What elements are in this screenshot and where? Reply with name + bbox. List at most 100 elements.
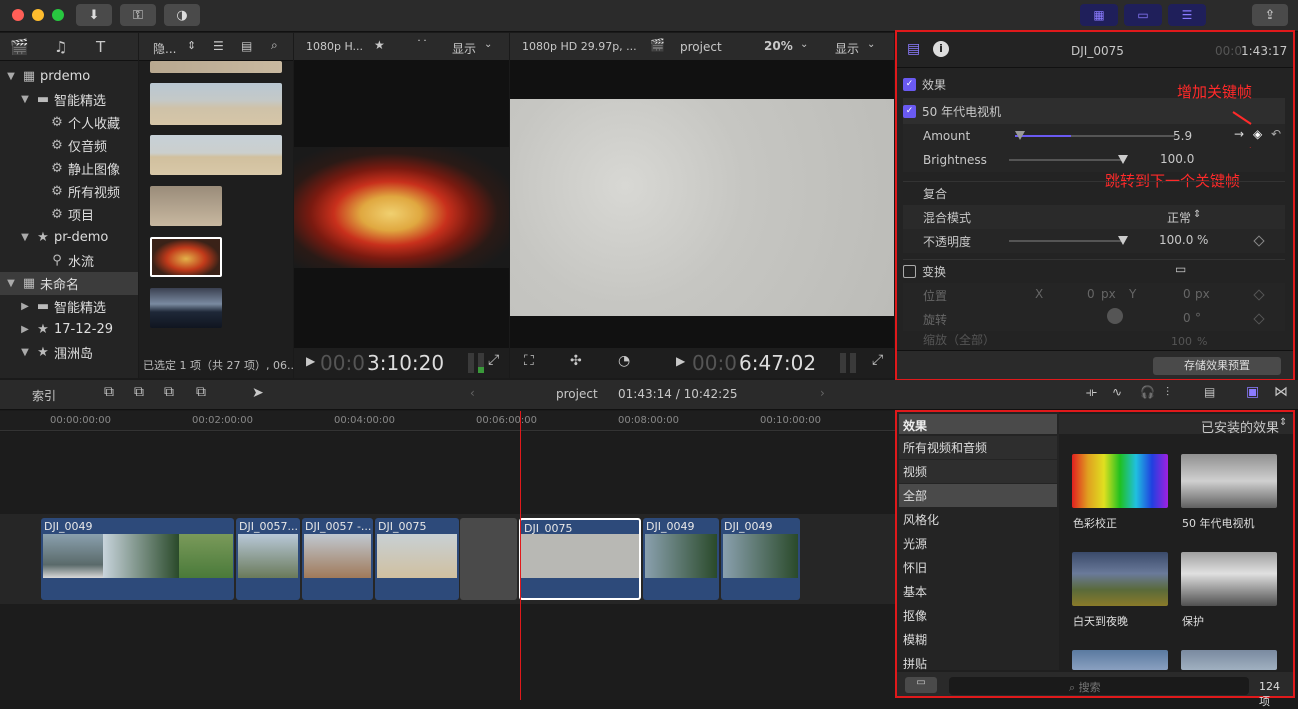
amount-value[interactable]: 5.9 [1173, 129, 1192, 143]
library-item[interactable]: ⚙ 所有视频 [0, 180, 138, 203]
pos-x-value[interactable]: 0 [1087, 287, 1095, 301]
close-window-button[interactable] [12, 9, 24, 21]
timeline-clip-selected[interactable]: DJI_0075 [519, 518, 641, 600]
filmstrip-icon[interactable]: ▤ [241, 39, 252, 53]
maximize-window-button[interactable] [52, 9, 64, 21]
effect-thumbnail[interactable] [1181, 650, 1277, 670]
headphones-icon[interactable]: 🎧 [1140, 385, 1155, 399]
timeline-clip[interactable]: DJI_0049 [41, 518, 234, 600]
timeline-clip[interactable]: DJI_0049 [643, 518, 719, 600]
transitions-browser-icon[interactable]: ⋈ [1274, 384, 1288, 400]
info-icon[interactable]: i [933, 41, 949, 57]
play-icon[interactable]: ▶ [676, 354, 685, 368]
transform-section[interactable]: 变换 [903, 259, 1285, 283]
save-effects-preset-button[interactable]: 存储效果预置 [1153, 357, 1281, 375]
clip-thumbnail[interactable] [150, 135, 282, 175]
transform-icon[interactable]: ✣ [570, 353, 582, 369]
library-item[interactable]: ▼ ▦ 未命名 [0, 272, 138, 295]
index-button[interactable]: 索引 [32, 387, 56, 404]
amount-slider-knob[interactable] [1015, 131, 1025, 140]
blend-mode-menu[interactable]: 正常 [1167, 209, 1191, 226]
effects-browser-icon[interactable]: ▣ [1246, 384, 1259, 400]
forward-icon[interactable]: › [820, 386, 825, 400]
display-menu[interactable]: 显示 [452, 40, 476, 57]
connect-icon[interactable]: ⧉ [104, 384, 114, 400]
inspector-toggle-button[interactable]: ☰ [1168, 4, 1206, 26]
more-icon[interactable]: ˙˙ [416, 38, 428, 52]
disclosure-icon[interactable]: ▼ [18, 347, 32, 358]
effect-thumbnail-50s-tv[interactable] [1181, 454, 1277, 508]
brightness-slider-knob[interactable] [1118, 155, 1128, 164]
brightness-slider[interactable] [1009, 159, 1125, 161]
video-inspector-icon[interactable]: ▤ [907, 41, 920, 57]
opacity-slider[interactable] [1009, 240, 1125, 242]
play-icon[interactable]: ▶ [306, 354, 315, 368]
background-tasks-button[interactable]: ◑ [164, 4, 200, 26]
library-item[interactable]: ⚙ 仅音频 [0, 134, 138, 157]
effects-category[interactable]: 抠像 [899, 604, 1057, 627]
audio-skimming-icon[interactable]: ∿ [1112, 385, 1122, 399]
disclosure-icon[interactable]: ▶ [18, 324, 32, 335]
effects-category[interactable]: 模糊 [899, 628, 1057, 651]
library-item[interactable]: ▼ ▬ 智能精选 [0, 88, 138, 111]
timeline-clip[interactable]: DJI_0057 -... [302, 518, 373, 600]
timeline-ruler[interactable]: 00:00:00:00 00:02:00:00 00:04:00:00 00:0… [0, 411, 895, 431]
crop-icon[interactable]: ⛶ [524, 353, 534, 369]
star-icon[interactable]: ★ [374, 38, 385, 52]
overwrite-icon[interactable]: ⧉ [196, 384, 206, 400]
library-item[interactable]: ▶ ▬ 智能精选 [0, 295, 138, 318]
opacity-value[interactable]: 100.0 [1159, 233, 1193, 247]
keywords-button[interactable]: ⚿ [120, 4, 156, 26]
library-item[interactable]: ▼ ★ 涠洲岛 [0, 341, 138, 364]
effects-category[interactable]: 基本 [899, 580, 1057, 603]
disclosure-icon[interactable]: ▼ [18, 232, 32, 243]
search-icon[interactable]: ⌕ [271, 38, 278, 53]
import-button[interactable]: ⬇ [76, 4, 112, 26]
brightness-value[interactable]: 100.0 [1160, 152, 1194, 166]
library-item[interactable]: ⚲ 水流 [0, 249, 138, 272]
library-item[interactable]: ⚙ 项目 [0, 203, 138, 226]
insert-icon[interactable]: ⧉ [134, 384, 144, 400]
disclosure-icon[interactable]: ▼ [4, 71, 18, 82]
fullscreen-icon[interactable]: ⤢ [872, 352, 883, 368]
clip-thumbnail[interactable] [150, 61, 282, 73]
library-item[interactable]: ⚙ 个人收藏 [0, 111, 138, 134]
zoom-menu[interactable]: 20% [764, 39, 793, 53]
snapping-icon[interactable]: ⫶ [1166, 385, 1169, 400]
disclosure-icon[interactable]: ▶ [18, 301, 32, 312]
rotation-value[interactable]: 0 [1183, 311, 1191, 325]
sidebar-toggle-button[interactable]: ▭ [905, 677, 937, 693]
timeline-clip[interactable]: DJI_0075 [375, 518, 459, 600]
effect-thumbnail[interactable] [1072, 650, 1168, 670]
display-menu[interactable]: 显示 [835, 40, 859, 57]
disclosure-icon[interactable]: ▼ [4, 278, 18, 289]
effect-thumbnail-color-correction[interactable] [1072, 454, 1168, 508]
browser-toggle-button[interactable]: ▦ [1080, 4, 1118, 26]
clip-thumbnail[interactable] [150, 288, 222, 328]
rotation-dial-icon[interactable] [1107, 308, 1123, 324]
updown-icon[interactable]: ⇕ [187, 39, 196, 52]
title-icon[interactable]: T [96, 38, 105, 56]
pos-y-value[interactable]: 0 [1183, 287, 1191, 301]
checkbox-icon[interactable] [903, 265, 916, 278]
library-item[interactable]: ⚙ 静止图像 [0, 157, 138, 180]
timeline-clip[interactable]: DJI_0057... [236, 518, 300, 600]
clip-thumbnail-selected[interactable] [150, 237, 222, 277]
transform-overlay-icon[interactable]: ▭ [1175, 262, 1186, 276]
scale-value[interactable]: 100 [1171, 335, 1192, 345]
library-item[interactable]: ▼ ▦ prdemo [0, 65, 138, 88]
skimming-icon[interactable]: ⟛ [1086, 385, 1097, 400]
append-icon[interactable]: ⧉ [164, 384, 174, 400]
clapboard-icon[interactable]: 🎬 [10, 38, 29, 56]
back-icon[interactable]: ‹ [470, 386, 475, 400]
playhead[interactable] [520, 411, 521, 700]
effects-category[interactable]: 怀旧 [899, 556, 1057, 579]
effects-category[interactable]: 全部 [899, 484, 1057, 507]
effects-category[interactable]: 视频 [899, 460, 1057, 483]
effects-category[interactable]: 所有视频和音频 [899, 436, 1057, 459]
clip-thumbnail[interactable] [150, 186, 222, 226]
effect-thumbnail-day-into-night[interactable] [1072, 552, 1168, 606]
effects-search-field[interactable]: ⌕ 搜索 [949, 677, 1249, 695]
clip-appearance-icon[interactable]: ▤ [1204, 385, 1215, 399]
clip-thumbnail[interactable] [150, 83, 282, 125]
